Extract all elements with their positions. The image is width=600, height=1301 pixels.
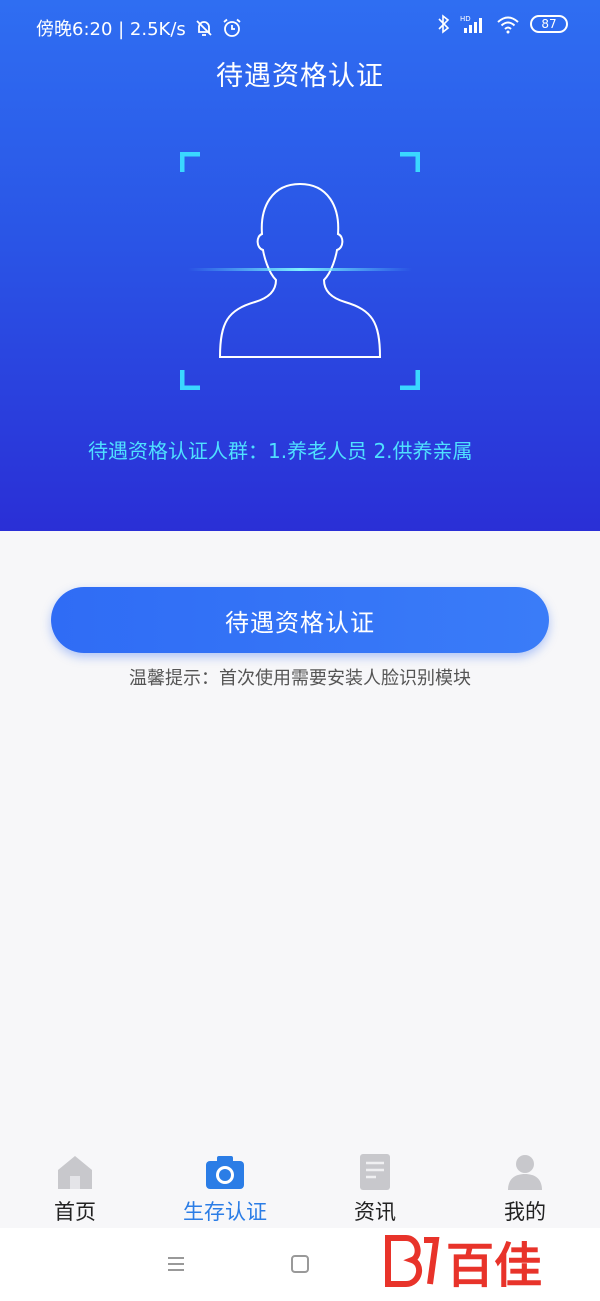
camera-icon xyxy=(206,1156,244,1189)
install-hint-text: 温馨提示：首次使用需要安装人脸识别模块 xyxy=(129,668,471,689)
status-time: 傍晚6:20 | 2.5K/s xyxy=(36,19,186,40)
user-icon xyxy=(508,1155,542,1190)
tab-news[interactable]: 资讯 xyxy=(300,1140,450,1228)
scan-line xyxy=(188,268,412,271)
tab-home-label: 首页 xyxy=(54,1200,96,1224)
alarm-clock-icon xyxy=(223,18,241,37)
watermark-text: 百佳 xyxy=(446,1238,542,1294)
verify-eligibility-button[interactable]: 待遇资格认证 xyxy=(51,587,549,653)
face-scan-frame xyxy=(180,152,420,390)
tab-news-label: 资讯 xyxy=(354,1200,396,1224)
signal-icon: HD xyxy=(460,15,482,33)
bottom-tabbar: 首页 生存认证 资讯 我的 xyxy=(0,1140,600,1228)
home-icon xyxy=(58,1156,92,1189)
status-bar: 傍晚6:20 | 2.5K/s HD 87 xyxy=(0,0,600,52)
eligible-groups-text: 待遇资格认证人群：1.养老人员 2.供养亲属 xyxy=(88,439,473,463)
menu-icon[interactable] xyxy=(166,1255,186,1273)
tab-mine-label: 我的 xyxy=(504,1200,546,1224)
hero-section: 傍晚6:20 | 2.5K/s HD 87 待遇资格认证 待遇资格认证人群：1.… xyxy=(0,0,600,531)
home-square-icon[interactable] xyxy=(290,1254,310,1274)
tab-home[interactable]: 首页 xyxy=(0,1140,150,1228)
tab-survival-verification[interactable]: 生存认证 xyxy=(150,1140,300,1228)
battery-indicator: 87 xyxy=(530,15,568,33)
bluetooth-icon xyxy=(438,14,450,34)
watermark-logo: 百佳 xyxy=(385,1235,542,1294)
page-title: 待遇资格认证 xyxy=(216,61,384,92)
wifi-icon xyxy=(497,16,519,34)
hd-label: HD xyxy=(460,15,471,23)
news-icon xyxy=(360,1154,390,1190)
mute-bell-icon xyxy=(196,20,212,36)
tab-survival-verification-label: 生存认证 xyxy=(183,1200,267,1224)
tab-mine[interactable]: 我的 xyxy=(450,1140,600,1228)
